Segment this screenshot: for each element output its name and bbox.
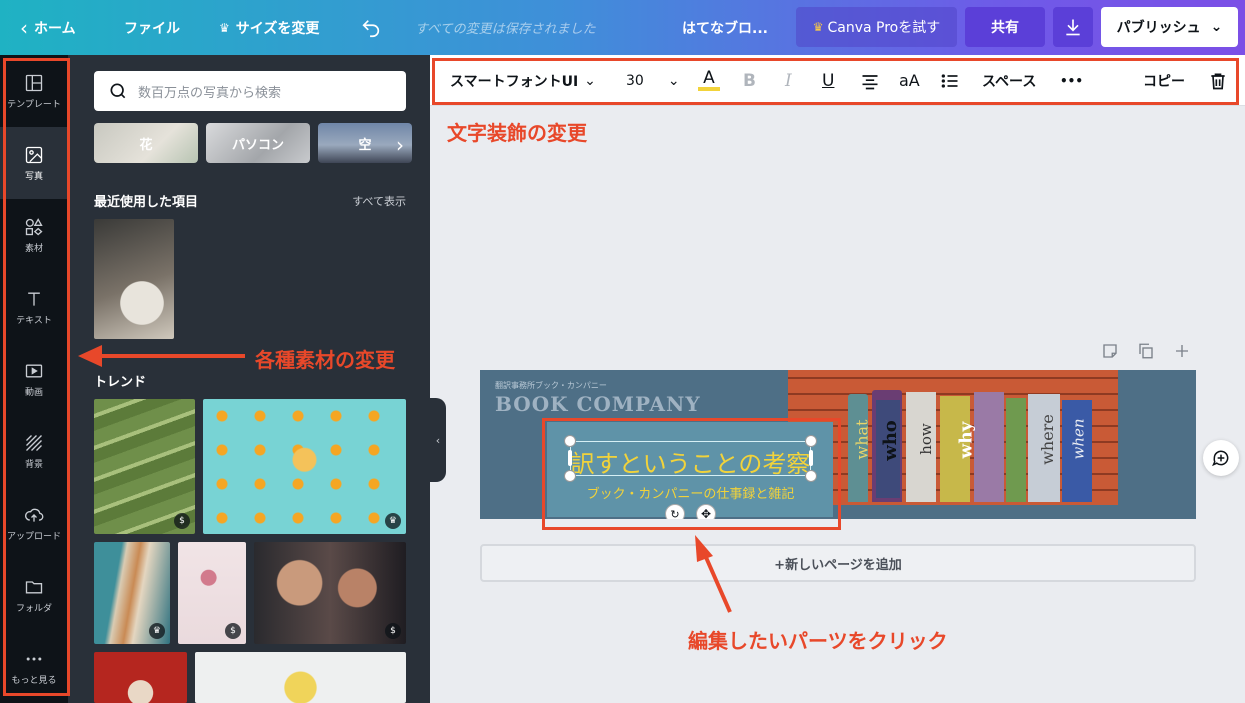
arrow-to-headline <box>695 535 732 613</box>
arrow-to-rail <box>78 345 245 367</box>
annotation-arrows <box>78 345 732 613</box>
